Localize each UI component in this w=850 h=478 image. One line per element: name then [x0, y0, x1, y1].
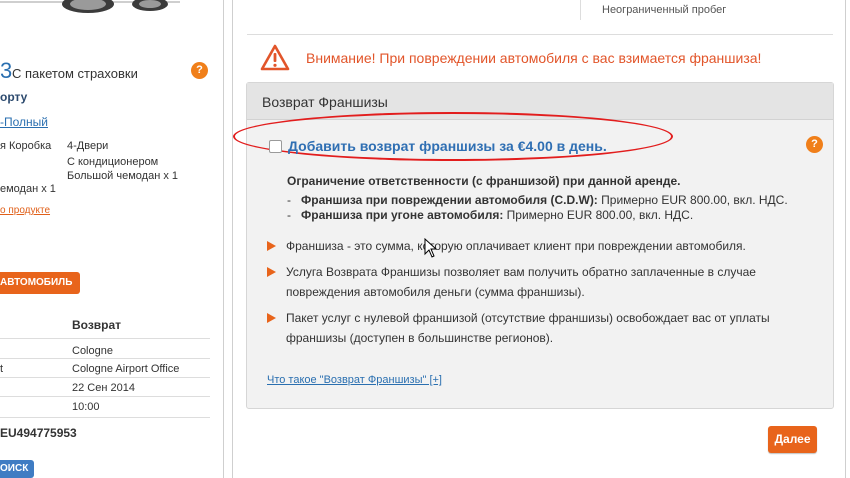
info-bullet: Пакет услуг с нулевой франшизой (отсутст… [267, 308, 787, 348]
divider [580, 0, 581, 20]
warning-triangle-icon [260, 44, 290, 71]
car-image [0, 0, 180, 13]
change-car-button[interactable]: АВТОМОБИЛЬ [0, 272, 81, 294]
return-office: Cologne Airport Office [72, 363, 180, 375]
warning-text: Внимание! При повреждении автомобиля с в… [306, 50, 762, 66]
insurance-package-label: С пакетом страховки [12, 66, 138, 81]
doors-spec: 4-Двери [67, 140, 109, 152]
limit-value: Примерно EUR 800.00, вкл. НДС. [601, 193, 788, 207]
help-icon[interactable]: ? [806, 136, 823, 153]
divider [0, 396, 210, 397]
bullet-text: Услуга Возврата Франшизы позволяет вам п… [286, 265, 756, 299]
limit-label: Франшиза при повреждении автомобиля (C.D… [301, 193, 598, 207]
transmission-spec: я Коробка [0, 140, 52, 152]
column-divider [223, 0, 224, 478]
return-city: Cologne [72, 345, 113, 357]
booking-summary-sidebar: 3 С пакетом страховки ? орту -Полный я К… [0, 0, 222, 478]
excess-refund-checkbox-label[interactable]: Добавить возврат франшизы за €4.00 в ден… [288, 138, 607, 154]
list-dash: - [287, 193, 291, 207]
suitcase-spec: емодан x 1 [0, 183, 56, 195]
return-time: 10:00 [72, 401, 100, 413]
liability-limit-heading: Ограничение ответственности (с франшизой… [287, 174, 681, 188]
what-is-excess-refund-link[interactable]: Что такое "Возврат Франшизы" [+] [267, 374, 442, 386]
bullet-arrow-icon [267, 313, 276, 323]
divider [0, 338, 210, 339]
divider [0, 377, 210, 378]
bullet-arrow-icon [267, 241, 276, 251]
total-price: 3 [0, 58, 13, 83]
divider [247, 34, 833, 35]
package-link[interactable]: -Полный [0, 115, 48, 129]
help-icon[interactable]: ? [191, 62, 208, 79]
bullet-text: Пакет услуг с нулевой франшизой (отсутст… [286, 311, 770, 345]
column-divider [232, 0, 233, 478]
info-bullet: Франшиза - это сумма, которую оплачивает… [267, 236, 787, 256]
liability-limit-item: - Франшиза при угоне автомобиля: Примерно… [287, 208, 693, 222]
return-heading: Возврат [72, 318, 122, 332]
next-button[interactable]: Далее [768, 426, 817, 453]
return-date: 22 Сен 2014 [72, 382, 135, 394]
divider [0, 417, 210, 418]
excess-refund-checkbox[interactable] [269, 140, 282, 153]
panel-title: Возврат Франшизы [262, 94, 388, 110]
divider [0, 358, 210, 359]
limit-label: Франшиза при угоне автомобиля: [301, 208, 504, 222]
pickup-location: орту [0, 90, 28, 104]
limit-value: Примерно EUR 800.00, вкл. НДС. [506, 208, 694, 222]
bullet-arrow-icon [267, 267, 276, 277]
column-divider [845, 0, 846, 478]
mouse-cursor-icon [424, 238, 438, 258]
list-dash: - [287, 208, 291, 222]
product-info-link[interactable]: о продукте [0, 205, 50, 216]
excess-refund-panel: Возврат Франшизы Добавить возврат франши… [233, 82, 834, 409]
return-office-fragment: t [0, 363, 4, 375]
unlimited-mileage-note: Неограниченный пробег [602, 4, 727, 16]
large-suitcase-spec: Большой чемодан x 1 [67, 170, 179, 182]
info-bullet: Услуга Возврата Франшизы позволяет вам п… [267, 262, 787, 302]
bullet-text: Франшиза - это сумма, которую оплачивает… [286, 239, 746, 253]
search-button[interactable]: ОИСК [0, 460, 35, 478]
liability-limit-item: - Франшиза при повреждении автомобиля (C.… [287, 193, 788, 207]
booking-reference: EU494775953 [0, 426, 77, 440]
